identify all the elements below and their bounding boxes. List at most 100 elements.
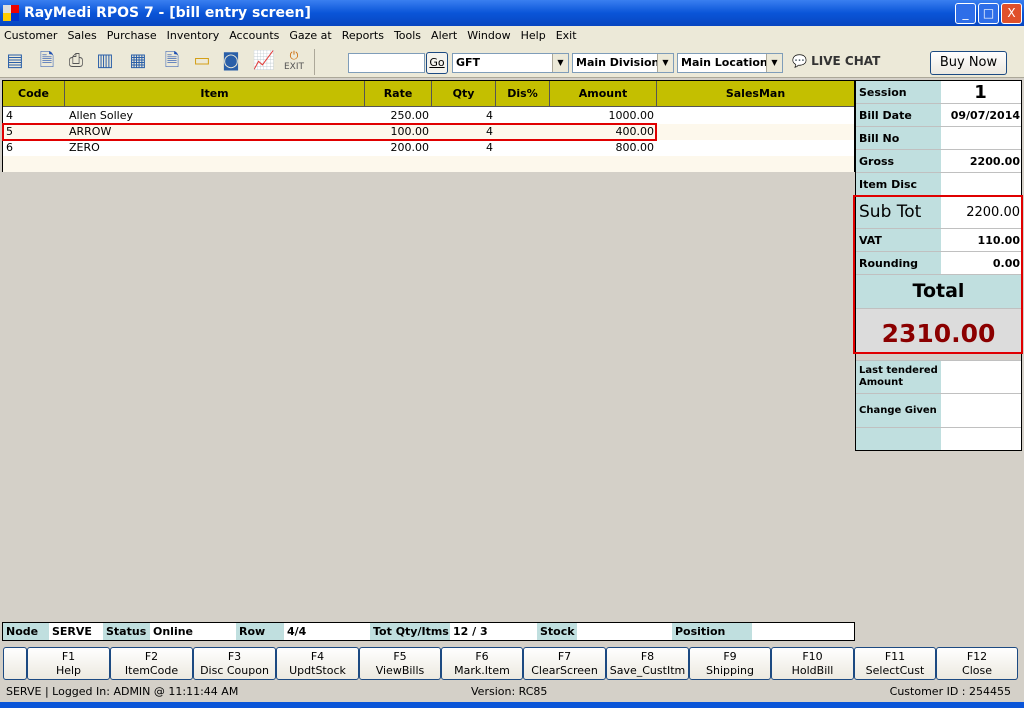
- division-select[interactable]: Main Division ▼: [572, 53, 674, 73]
- go-button[interactable]: Go: [426, 52, 448, 74]
- node-label: Node: [3, 623, 49, 640]
- f1-help-button[interactable]: F1 Help: [27, 647, 110, 680]
- last-tendered-row: Last tendered Amount: [856, 361, 1021, 394]
- blank-row: [856, 428, 1021, 450]
- menu-reports[interactable]: Reports: [338, 26, 390, 45]
- f10-holdbill-button[interactable]: F10 HoldBill: [771, 647, 854, 680]
- chart-icon[interactable]: 📈: [252, 50, 276, 72]
- bill-date-label: Bill Date: [856, 104, 941, 126]
- bill-date-value[interactable]: 09/07/2014: [941, 104, 1021, 126]
- menu-inventory[interactable]: Inventory: [163, 26, 226, 45]
- purchase-cart-icon[interactable]: 🗎: [160, 50, 184, 72]
- fkey-label: F12: [966, 650, 988, 663]
- maximize-button[interactable]: □: [978, 3, 999, 24]
- search-input[interactable]: [348, 53, 425, 73]
- division-select-value: Main Division: [576, 56, 660, 69]
- f5-viewbills-button[interactable]: F5 ViewBills: [359, 647, 441, 680]
- close-button[interactable]: X: [1001, 3, 1022, 24]
- fkey-label: ViewBills: [375, 664, 425, 677]
- folder-icon[interactable]: ▭: [190, 50, 214, 72]
- stock-label: Stock: [537, 623, 577, 640]
- f7-clearscreen-button[interactable]: F7 ClearScreen: [523, 647, 606, 680]
- buy-now-button[interactable]: Buy Now: [930, 51, 1007, 75]
- column-header-qty[interactable]: Qty: [432, 81, 496, 107]
- item-disc-row: Item Disc: [856, 173, 1021, 196]
- menu-window[interactable]: Window: [463, 26, 516, 45]
- menu-alert[interactable]: Alert: [427, 26, 463, 45]
- fkey-label: F3: [227, 650, 242, 663]
- f2-itemcode-button[interactable]: F2 ItemCode: [110, 647, 193, 680]
- row-value: 4/4: [287, 625, 307, 638]
- fkey-label: F2: [144, 650, 159, 663]
- f9-shipping-button[interactable]: F9 Shipping: [689, 647, 771, 680]
- cell-code: 4: [6, 109, 13, 122]
- power-icon: ⏻: [289, 49, 299, 62]
- f6-mark-item-button[interactable]: F6 Mark.Item: [441, 647, 523, 680]
- column-header-code[interactable]: Code: [3, 81, 65, 107]
- fkey-label: F9: [723, 650, 737, 663]
- menu-customer[interactable]: Customer: [0, 26, 63, 45]
- fkey-label: F5: [393, 650, 407, 663]
- bill-no-value[interactable]: [941, 127, 1021, 149]
- gross-value: 2200.00: [969, 154, 1020, 168]
- location-select-value: Main Location: [681, 56, 768, 69]
- last-tendered-label: Last tendered Amount: [856, 361, 941, 393]
- menu-sales[interactable]: Sales: [63, 26, 102, 45]
- function-key-bar: F1 Help F2 ItemCode F3 Disc Coupon F4 UpdtSt…: [3, 647, 1018, 680]
- bill-icon[interactable]: ▤: [3, 50, 27, 72]
- cell-code: 6: [6, 141, 13, 154]
- fkey-label: F4: [310, 650, 325, 663]
- blank-fkey-button[interactable]: [3, 647, 27, 680]
- menu-exit[interactable]: Exit: [552, 26, 583, 45]
- f11-selectcust-button[interactable]: F11 SelectCust: [854, 647, 936, 680]
- cell-rate: 250.00: [390, 109, 430, 122]
- exit-button[interactable]: ⏻ EXIT: [282, 49, 306, 72]
- column-header-item[interactable]: Item: [65, 81, 365, 107]
- fkey-label: F8: [640, 650, 655, 663]
- session-row: Session 1: [856, 81, 1021, 104]
- fkey-label: SelectCust: [865, 664, 925, 677]
- column-header-amount[interactable]: Amount: [550, 81, 657, 107]
- fkey-label: F10: [802, 650, 823, 663]
- f3-disc-coupon-button[interactable]: F3 Disc Coupon: [193, 647, 276, 680]
- sales-cart-icon[interactable]: 🗎: [35, 50, 59, 72]
- chevron-down-icon: ▼: [766, 54, 782, 72]
- table-row[interactable]: 6 ZERO 200.00 4 800.00: [3, 140, 854, 156]
- live-chat-button[interactable]: 💬 LIVE CHAT: [792, 54, 880, 68]
- menu-purchase[interactable]: Purchase: [103, 26, 163, 45]
- footer-status-bar: SERVE | Logged In: ADMIN @ 11:11:44 AM V…: [0, 682, 1024, 702]
- fkey-label: ItemCode: [124, 664, 179, 677]
- change-given-label: Change Given: [856, 394, 941, 427]
- toolbar-divider: [314, 49, 315, 75]
- row-label: Row: [236, 623, 284, 640]
- menu-tools[interactable]: Tools: [390, 26, 427, 45]
- menu-gaze-at[interactable]: Gaze at: [285, 26, 337, 45]
- f4-updtstock-button[interactable]: F4 UpdtStock: [276, 647, 359, 680]
- cell-rate: 200.00: [390, 141, 430, 154]
- column-header-dis[interactable]: Dis%: [496, 81, 550, 107]
- f12-close-button[interactable]: F12 Close: [936, 647, 1018, 680]
- fkey-label: Disc Coupon: [200, 664, 269, 677]
- change-given-row: Change Given: [856, 394, 1021, 428]
- stock-value: [577, 623, 672, 640]
- printer-icon[interactable]: ⎙: [64, 50, 88, 72]
- bill-no-row: Bill No: [856, 127, 1021, 150]
- minimize-button[interactable]: _: [955, 3, 976, 24]
- cell-qty: 4: [486, 109, 493, 122]
- users-icon[interactable]: ◙: [219, 50, 243, 72]
- column-header-salesman[interactable]: SalesMan: [657, 81, 854, 107]
- table-row[interactable]: 4 Allen Solley 250.00 4 1000.00: [3, 108, 854, 124]
- f8-save-custitm-button[interactable]: F8 Save_CustItm: [606, 647, 689, 680]
- last-tendered-value[interactable]: [941, 361, 1021, 393]
- document-icon[interactable]: ▦: [126, 50, 150, 72]
- fkey-label: F1: [61, 650, 76, 663]
- menu-help[interactable]: Help: [517, 26, 552, 45]
- fkey-label: UpdtStock: [289, 664, 346, 677]
- menu-accounts[interactable]: Accounts: [225, 26, 285, 45]
- location-select[interactable]: Main Location ▼: [677, 53, 783, 73]
- empty-row[interactable]: [3, 156, 854, 172]
- type-select[interactable]: GFT ▼: [452, 53, 569, 73]
- barcode-icon[interactable]: ▥: [93, 50, 117, 72]
- column-header-rate[interactable]: Rate: [365, 81, 432, 107]
- live-chat-label: LIVE CHAT: [811, 54, 881, 68]
